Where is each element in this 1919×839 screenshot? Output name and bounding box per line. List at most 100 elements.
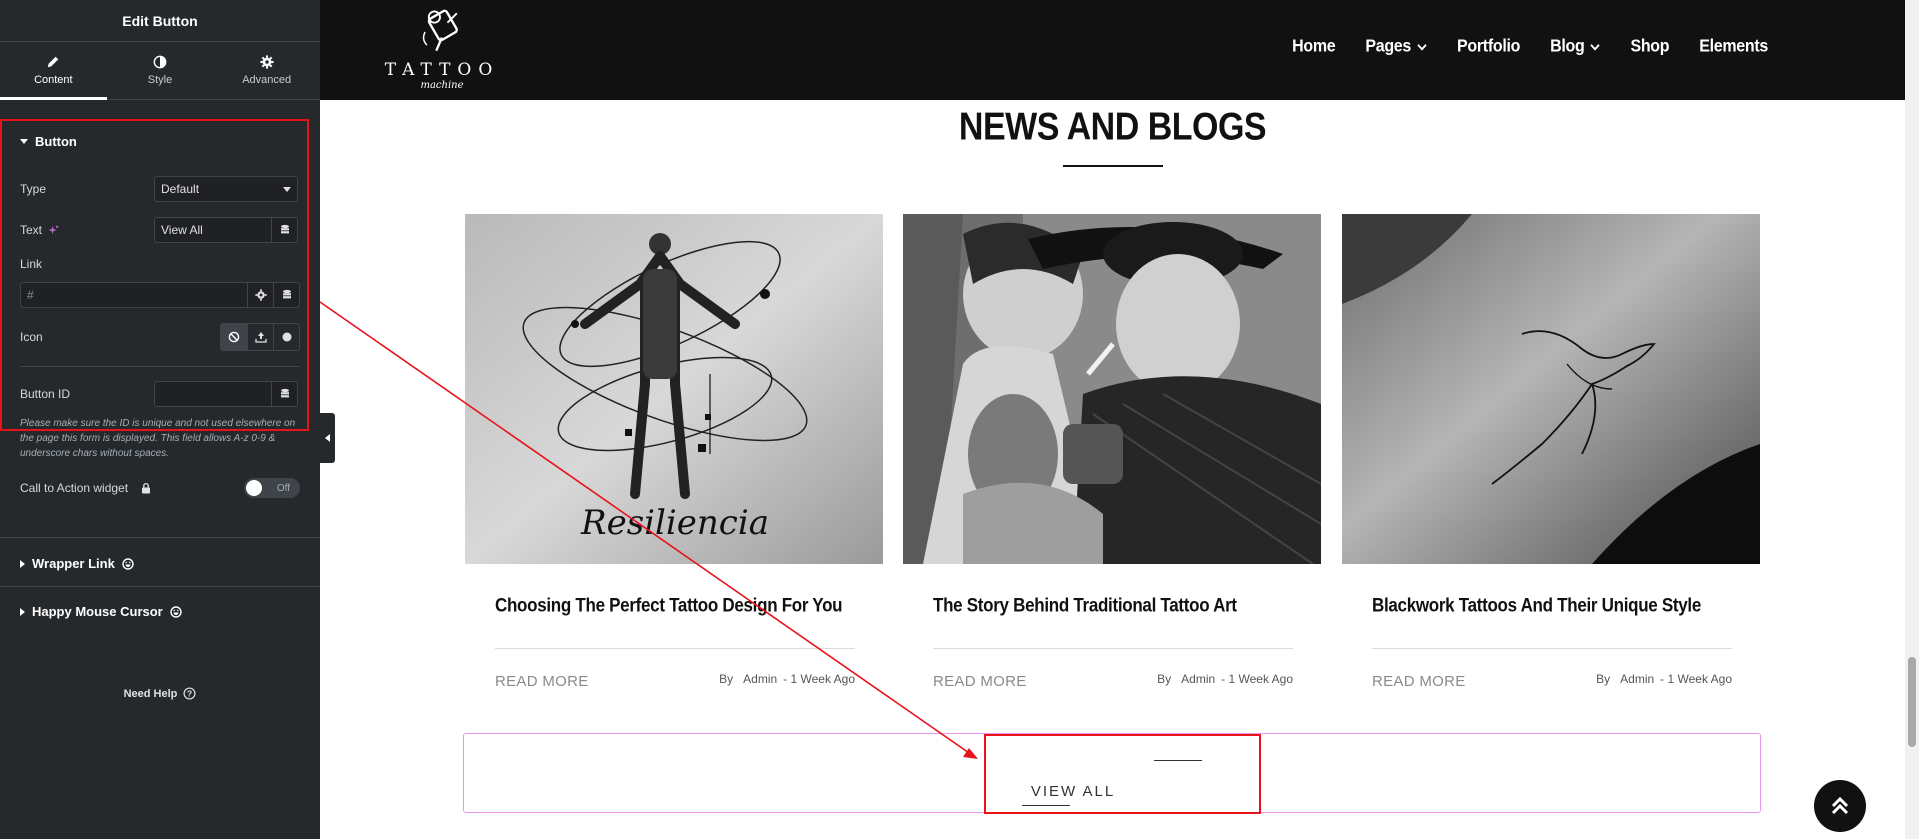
read-more-link[interactable]: READ MORE — [1372, 673, 1466, 690]
chevron-left-icon — [325, 434, 330, 442]
blog-card-image[interactable]: Resiliencia — [465, 214, 883, 564]
cta-label: Call to Action widget — [20, 481, 129, 495]
happy-addons-icon — [170, 605, 182, 618]
meta-author-link[interactable]: Admin — [743, 672, 777, 686]
panel-header: Edit Button — [0, 0, 320, 42]
meta-author-link[interactable]: Admin — [1181, 672, 1215, 686]
blog-card-meta: By Admin - 1 Week Ago — [1157, 672, 1293, 686]
blog-card: Blackwork Tattoos And Their Unique Style… — [1342, 214, 1760, 690]
tab-advanced[interactable]: Advanced — [213, 42, 320, 99]
view-all-container — [463, 733, 1761, 813]
button-id-input-group — [154, 381, 298, 407]
link-control: # — [20, 282, 300, 308]
question-circle-icon: ? — [183, 687, 196, 700]
ai-sparkle-icon[interactable] — [48, 225, 59, 236]
type-label: Type — [20, 182, 47, 196]
site-logo[interactable]: TATTOO machine — [382, 4, 502, 94]
site-header: TATTOO machine Home Pages Portfolio Blog… — [320, 0, 1905, 100]
section-separator — [0, 586, 320, 587]
meta-by: By — [1596, 672, 1611, 686]
nav-shop-label: Shop — [1630, 37, 1670, 56]
button-id-dynamic-tags-button[interactable] — [271, 382, 297, 406]
button-id-help-text: Please make sure the ID is unique and no… — [20, 418, 296, 459]
icon-upload-option[interactable] — [247, 324, 273, 350]
nav-home-label: Home — [1292, 37, 1336, 56]
nav-home[interactable]: Home — [1292, 37, 1336, 57]
tab-content[interactable]: Content — [0, 42, 107, 100]
nav-pages[interactable]: Pages — [1365, 37, 1427, 57]
read-more-link[interactable]: READ MORE — [933, 673, 1027, 690]
blog-card-title[interactable]: The Story Behind Traditional Tattoo Art — [933, 595, 1237, 617]
card-divider — [933, 648, 1293, 649]
happy-addons-icon — [122, 557, 134, 570]
cta-toggle-label: Off — [276, 482, 290, 494]
dynamic-tags-button[interactable] — [271, 218, 297, 242]
icon-none-option[interactable] — [221, 324, 247, 350]
icon-control: Icon — [20, 323, 300, 351]
caret-right-icon — [20, 559, 25, 568]
decorative-line — [1022, 805, 1070, 806]
section-button-toggle[interactable]: Button — [0, 134, 97, 149]
gear-icon — [254, 289, 267, 301]
link-dynamic-tags-button[interactable] — [273, 283, 299, 307]
nav-elements-label: Elements — [1699, 37, 1768, 56]
card-divider — [1372, 648, 1732, 649]
meta-by: By — [719, 672, 734, 686]
blog-card: The Story Behind Traditional Tattoo Art … — [903, 214, 1321, 690]
gear-icon — [260, 55, 274, 69]
double-chevron-up-icon — [1831, 796, 1849, 815]
link-input[interactable]: # — [21, 283, 247, 307]
meta-by: By — [1157, 672, 1172, 686]
type-control: Type Default — [20, 176, 300, 202]
nav-shop[interactable]: Shop — [1630, 37, 1669, 57]
meta-author-link[interactable]: Admin — [1620, 672, 1654, 686]
nav-pages-label: Pages — [1365, 37, 1412, 56]
blog-card-meta: By Admin - 1 Week Ago — [719, 672, 855, 686]
link-options-button[interactable] — [247, 283, 273, 307]
blog-card-image[interactable] — [1342, 214, 1760, 564]
button-id-input[interactable] — [155, 382, 271, 406]
database-icon — [280, 224, 289, 234]
page-scrollbar[interactable] — [1905, 0, 1919, 839]
chevron-down-icon — [283, 186, 291, 192]
nav-elements[interactable]: Elements — [1699, 37, 1768, 57]
ban-icon — [228, 331, 240, 343]
meta-date: - 1 Week Ago — [783, 672, 855, 686]
text-input[interactable]: View All — [155, 218, 271, 242]
tab-advanced-label: Advanced — [242, 74, 292, 86]
view-all-button[interactable]: VIEW ALL — [1031, 783, 1115, 800]
cta-label-wrap: Call to Action widget — [20, 481, 152, 495]
section-mouse-cursor-toggle[interactable]: Happy Mouse Cursor — [0, 604, 202, 619]
nav-portfolio[interactable]: Portfolio — [1457, 37, 1520, 57]
database-icon — [280, 388, 289, 398]
nav-blog-label: Blog — [1550, 37, 1585, 56]
read-more-link[interactable]: READ MORE — [495, 673, 589, 690]
scrollbar-thumb[interactable] — [1908, 657, 1916, 747]
blog-card-image[interactable] — [903, 214, 1321, 564]
need-help-label: Need Help — [123, 687, 178, 700]
tab-style-label: Style — [147, 74, 173, 86]
section-wrapper-link-toggle[interactable]: Wrapper Link — [0, 556, 154, 571]
panel-collapse-handle[interactable] — [320, 413, 335, 463]
nav-blog[interactable]: Blog — [1550, 37, 1601, 57]
button-id-control: Button ID — [20, 381, 300, 407]
section-mouse-cursor-label: Happy Mouse Cursor — [32, 604, 163, 619]
need-help-link[interactable]: Need Help ? — [0, 687, 320, 700]
blog-card-meta: By Admin - 1 Week Ago — [1596, 672, 1732, 686]
meta-date: - 1 Week Ago — [1221, 672, 1293, 686]
link-input-group: # — [20, 282, 300, 308]
blog-card-title[interactable]: Choosing The Perfect Tattoo Design For Y… — [495, 595, 843, 617]
cta-toggle[interactable]: Off — [244, 478, 300, 498]
database-icon — [282, 289, 291, 299]
tab-style[interactable]: Style — [107, 42, 214, 99]
card-divider — [495, 648, 855, 649]
chevron-down-icon — [1590, 44, 1601, 51]
icon-library-option[interactable] — [273, 324, 299, 350]
back-to-top-button[interactable] — [1814, 780, 1866, 832]
cta-control: Call to Action widget Off — [20, 478, 300, 498]
link-label-row: Link — [20, 257, 300, 271]
blog-card: Resiliencia Choosing The Perfect Tattoo … — [465, 214, 883, 690]
blog-card-title[interactable]: Blackwork Tattoos And Their Unique Style — [1372, 595, 1701, 617]
button-id-label: Button ID — [20, 387, 71, 401]
type-select[interactable]: Default — [154, 176, 298, 202]
